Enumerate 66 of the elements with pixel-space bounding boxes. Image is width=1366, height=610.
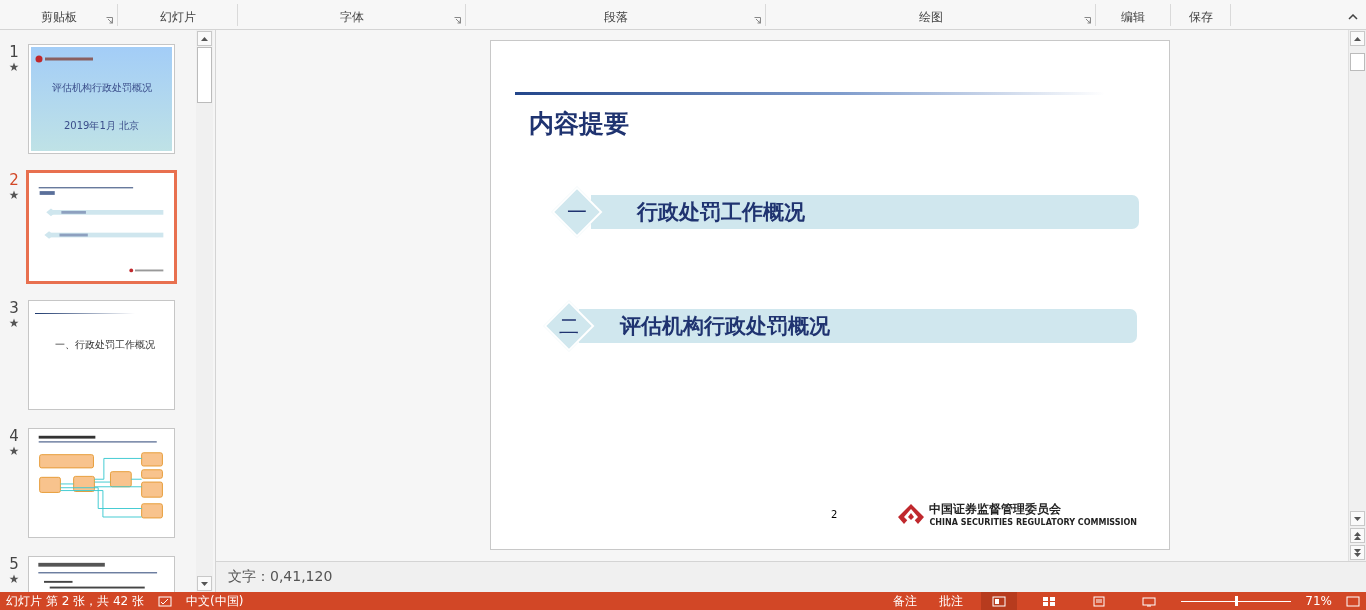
double-down-arrow-icon [1354,548,1361,557]
agenda-item-text: 行政处罚工作概况 [637,198,805,226]
language-indicator[interactable]: 中文(中国) [186,592,244,610]
view-icon [1042,595,1057,607]
logo-subtitle: CHINA SECURITIES REGULATORY COMMISSION [929,518,1137,527]
section-numeral: 二 [558,313,580,340]
slide-number: 1 [9,44,19,60]
view-button[interactable] [981,592,1018,610]
previous-slide-button[interactable] [1350,528,1365,543]
spellcheck-icon[interactable] [158,595,172,607]
star-icon [9,574,19,584]
slide-number: 4 [9,428,19,444]
agenda-item-text: 评估机构行政处罚概况 [620,312,830,340]
slide-title: 内容提要 [529,108,630,140]
thumbnail-title: 评估机构行政处罚概况 [51,81,152,95]
collapse-ribbon-icon[interactable] [1348,14,1358,20]
section-numeral: 一 [566,199,588,226]
scroll-up-button[interactable] [197,31,212,46]
slide-thumbnail[interactable] [26,170,177,284]
slide-thumbnail[interactable]: 一、行政处罚工作概况 [28,300,175,410]
slide-counter: 幻灯片 第 2 张，共 42 张 [6,592,144,610]
up-arrow-icon [1354,36,1361,41]
scrollbar-thumb[interactable] [1350,53,1365,71]
logo-name: 中国证券监督管理委员会 [929,501,1063,518]
dialog-launcher-icon[interactable] [106,17,113,24]
thumbnail-subtitle: 2019年1月 北京 [64,119,139,133]
page-number: 2 [831,508,838,520]
zoom-slider-thumb[interactable] [1235,595,1239,606]
next-slide-button[interactable] [1350,545,1365,560]
scroll-up-button[interactable] [1350,31,1365,46]
ribbon-group-label: 保存 [1188,9,1213,26]
scroll-down-button[interactable] [1350,511,1365,526]
dialog-launcher-icon[interactable] [454,17,461,24]
thumbnail-title: 一、行政处罚工作概况 [55,338,156,352]
view-icon [1142,595,1157,607]
zoom-level[interactable]: 71% [1305,594,1332,608]
slide-number: 3 [9,300,19,316]
double-up-arrow-icon [1354,531,1361,540]
scrollbar-thumb[interactable] [197,47,212,103]
dialog-launcher-icon[interactable] [754,17,761,24]
down-arrow-icon [1354,516,1361,521]
star-icon [9,446,19,456]
slide-number: 2 [9,172,19,188]
notes-button[interactable]: 备注 [889,592,922,610]
fit-slide-icon[interactable] [1346,595,1360,607]
ribbon-group-label: 段落 [603,9,628,26]
comments-button[interactable]: 批注 [935,592,968,610]
scroll-down-button[interactable] [197,576,212,591]
star-icon [9,318,19,328]
slide-thumbnail[interactable]: 评估机构行政处罚概况 2019年1月 北京 [28,44,175,154]
slide-number: 5 [9,556,19,572]
view-icon [1092,595,1107,607]
down-arrow-icon [201,581,208,586]
notes-text: 文字：0,41,120 [228,568,333,586]
logo-drawing [35,55,95,63]
ribbon-group-label: 剪贴板 [40,9,77,26]
ribbon-group-label: 编辑 [1121,9,1145,26]
logo-emblem-icon [897,503,926,525]
view-icon [992,595,1007,607]
star-icon [9,190,19,200]
star-icon [9,62,19,72]
ribbon-group-label: 绘图 [918,9,943,26]
ribbon-group-label: 字体 [339,9,364,26]
dialog-launcher-icon[interactable] [1084,17,1091,24]
up-arrow-icon [201,36,208,41]
ribbon-group-label: 幻灯片 [159,9,196,26]
